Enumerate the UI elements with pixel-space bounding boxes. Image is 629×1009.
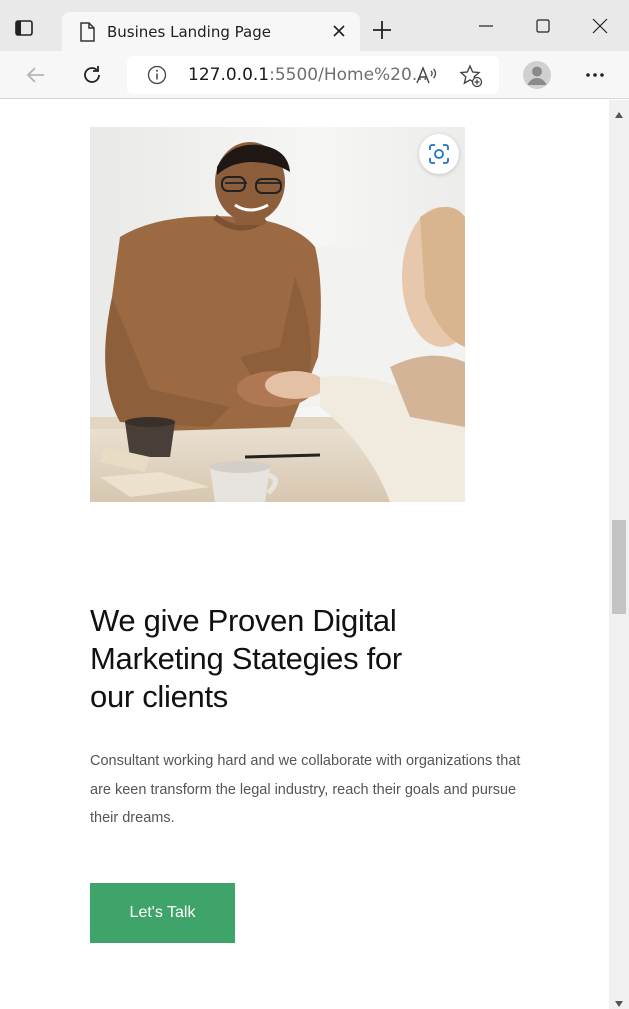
active-tab[interactable]: Busines Landing Page	[62, 12, 360, 51]
page-viewport: We give Proven Digital Marketing Stategi…	[2, 100, 609, 1009]
tab-title: Busines Landing Page	[107, 23, 271, 41]
close-window-icon[interactable]	[590, 16, 610, 36]
browser-window: Busines Landing Page 127.0.0.1:5500/Home…	[0, 0, 629, 1009]
scroll-down-icon[interactable]	[614, 995, 624, 1007]
profile-avatar-icon[interactable]	[522, 60, 552, 90]
scroll-up-icon[interactable]	[614, 106, 624, 118]
read-aloud-icon[interactable]	[415, 65, 437, 87]
more-dots-icon[interactable]	[583, 65, 607, 85]
add-favorite-icon[interactable]	[459, 64, 483, 88]
tab-actions-icon[interactable]	[14, 18, 50, 44]
vertical-scrollbar[interactable]	[609, 100, 629, 1009]
intro-paragraph: Consultant working hard and we collabora…	[90, 753, 521, 826]
handshake-photo	[90, 127, 465, 502]
maximize-icon[interactable]	[533, 16, 553, 36]
refresh-icon[interactable]	[80, 63, 104, 87]
back-arrow-icon[interactable]	[24, 63, 48, 87]
url-host: 127.0.0.1	[188, 65, 270, 85]
page-icon	[78, 22, 96, 42]
scrollbar-thumb[interactable]	[612, 520, 626, 614]
visual-search-icon[interactable]	[419, 134, 459, 174]
url-path: :5500/Home%20...	[269, 65, 429, 85]
url-text[interactable]: 127.0.0.1:5500/Home%20...	[188, 65, 428, 85]
info-icon[interactable]	[147, 65, 167, 85]
plus-icon[interactable]	[372, 20, 392, 40]
page-headline: We give Proven Digital Marketing Stategi…	[90, 603, 402, 714]
minimize-icon[interactable]	[476, 16, 496, 36]
address-bar[interactable]: 127.0.0.1:5500/Home%20...	[127, 56, 499, 94]
browser-toolbar: 127.0.0.1:5500/Home%20...	[0, 51, 629, 99]
close-icon[interactable]	[330, 22, 348, 40]
lets-talk-button[interactable]: Let's Talk	[90, 883, 235, 943]
tab-strip: Busines Landing Page	[0, 0, 629, 51]
